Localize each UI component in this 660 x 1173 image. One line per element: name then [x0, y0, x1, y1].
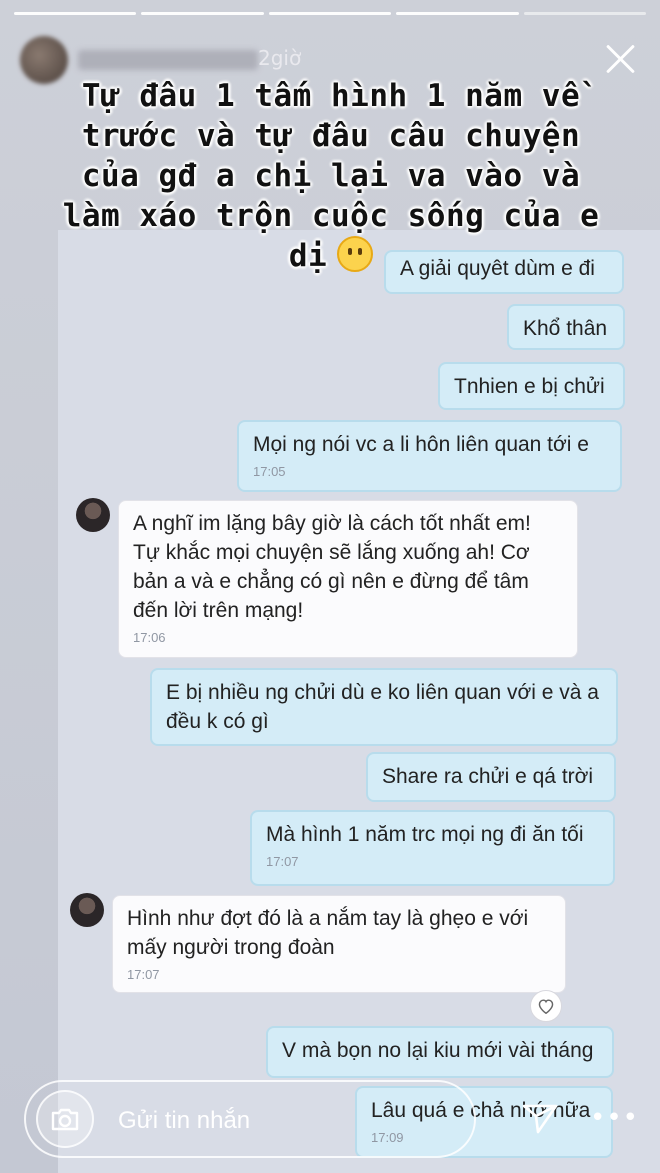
peer-avatar[interactable]: [70, 893, 104, 927]
reply-bar: [24, 1080, 476, 1158]
message-text: E bị nhiều ng chửi dù e ko liên quan với…: [166, 681, 599, 733]
message-text: Share ra chửi e qá trời: [382, 765, 594, 788]
message-bubble: V mà bọn no lại kiu mới vài tháng: [266, 1026, 614, 1078]
caption-line: dị: [288, 238, 328, 274]
message-text: Khổ thân: [523, 317, 608, 340]
close-button[interactable]: [600, 38, 640, 78]
progress-segment: [396, 12, 519, 15]
message-text: Mà hình 1 năm trc mọi ng đi ăn tối: [266, 823, 584, 846]
heart-icon: [538, 999, 554, 1014]
message-bubble: E bị nhiều ng chửi dù e ko liên quan với…: [150, 668, 618, 746]
message-bubble: Share ra chửi e qá trời: [366, 752, 616, 802]
more-options-button[interactable]: •••: [590, 1100, 639, 1136]
message-bubble: Mà hình 1 năm trc mọi ng đi ăn tối 17:07: [250, 810, 615, 886]
message-text: V mà bọn no lại kiu mới vài tháng: [282, 1039, 594, 1062]
message-bubble: Khổ thân: [507, 304, 625, 350]
message-bubble: Tnhien e bị chửi: [438, 362, 625, 410]
message-text: Mọi ng nói vc a li hôn liên quan tới e: [253, 433, 589, 456]
peer-avatar[interactable]: [76, 498, 110, 532]
message-text: Hình như đợt đó là a nắm tay là ghẹo e v…: [127, 907, 529, 959]
caption-line: trước và tự đâu câu chuyện: [81, 118, 581, 154]
story-progress: [14, 12, 647, 15]
reply-input[interactable]: [116, 1102, 420, 1140]
react-button[interactable]: [530, 990, 562, 1022]
message-time: 17:07: [266, 854, 299, 869]
message-text: A nghĩ im lặng bây giờ là cách tốt nhất …: [133, 512, 531, 622]
progress-segment: [14, 12, 137, 15]
paper-plane-icon: [522, 1104, 558, 1134]
progress-segment: [523, 12, 647, 15]
neutral-face-icon: [337, 236, 374, 272]
story-time: 2giờ: [258, 46, 302, 70]
username-blurred[interactable]: [78, 50, 258, 70]
caption-line: của gđ a chị lại va vào và: [81, 158, 581, 194]
caption-line: Tự đâu 1 tấm hình 1 năm về: [81, 78, 581, 114]
progress-segment: [268, 12, 392, 15]
message-time: 17:05: [253, 464, 286, 479]
message-bubble: Mọi ng nói vc a li hôn liên quan tới e 1…: [237, 420, 622, 492]
send-button[interactable]: [520, 1098, 560, 1138]
message-bubble: A nghĩ im lặng bây giờ là cách tốt nhất …: [118, 500, 578, 658]
caption-line-last: dị: [26, 236, 636, 276]
progress-segment: [141, 12, 264, 15]
caption-line: làm xáo trộn cuộc sống của e: [62, 198, 600, 234]
message-time: 17:06: [133, 630, 166, 645]
camera-icon: [51, 1108, 79, 1131]
story-caption: Tự đâu 1 tấm hình 1 năm về trước và tự đ…: [26, 76, 636, 276]
message-text: Tnhien e bị chửi: [454, 375, 605, 398]
message-time: 17:07: [127, 967, 160, 982]
camera-button[interactable]: [36, 1090, 94, 1148]
message-bubble: Hình như đợt đó là a nắm tay là ghẹo e v…: [112, 895, 566, 993]
